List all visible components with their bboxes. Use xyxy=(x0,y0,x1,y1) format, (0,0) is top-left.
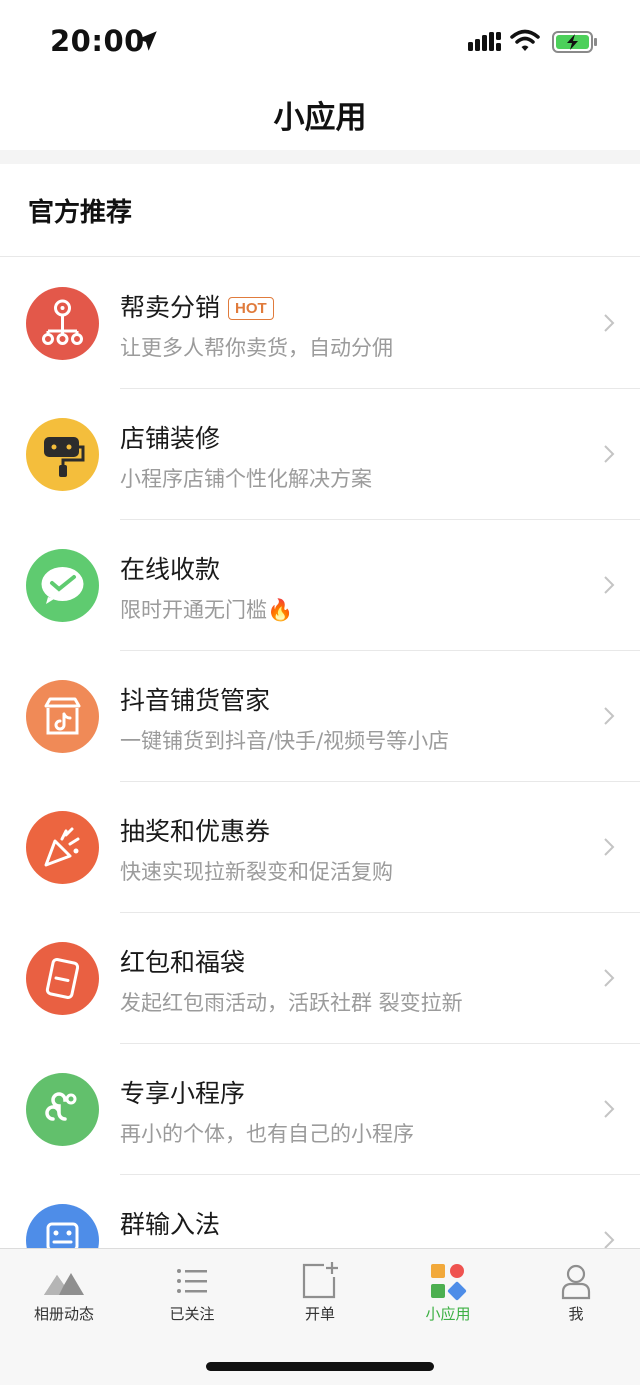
section-spacer xyxy=(0,150,640,164)
section-title: 官方推荐 xyxy=(28,198,133,228)
app-description: 让更多人帮你卖货，自动分佣 xyxy=(120,336,393,360)
tab-label: 开单 xyxy=(304,1305,335,1323)
app-item-red-envelope[interactable]: 红包和福袋 发起红包雨活动，活跃社群 裂变拉新 xyxy=(0,913,640,1044)
location-arrow-icon xyxy=(137,31,157,51)
app-description: 快速实现拉新裂变和促活复购 xyxy=(120,860,393,884)
app-item-mini-program[interactable]: 专享小程序 再小的个体，也有自己的小程序 xyxy=(0,1044,640,1175)
app-name: 帮卖分销 xyxy=(120,293,221,322)
tab-mini-apps[interactable]: 小应用 xyxy=(384,1249,512,1339)
app-item-lottery-coupon[interactable]: 抽奖和优惠券 快速实现拉新裂变和促活复购 xyxy=(0,782,640,913)
app-name: 专享小程序 xyxy=(120,1079,246,1108)
app-description: 一键铺货到抖音/快手/视频号等小店 xyxy=(120,729,450,753)
cellular-signal-icon xyxy=(468,32,501,51)
new-order-icon xyxy=(302,1262,338,1299)
chevron-right-icon xyxy=(604,969,615,987)
battery-charging-icon xyxy=(552,31,597,53)
tab-label: 小应用 xyxy=(425,1305,471,1323)
app-name: 群输入法 xyxy=(120,1210,221,1239)
list-icon xyxy=(177,1269,207,1293)
tab-me[interactable]: 我 xyxy=(512,1249,640,1339)
tab-label: 已关注 xyxy=(169,1305,215,1323)
section-header: 官方推荐 xyxy=(0,164,640,257)
page-title: 小应用 xyxy=(273,100,367,136)
tab-new-order[interactable]: 开单 xyxy=(256,1249,384,1339)
chevron-right-icon xyxy=(604,445,615,463)
app-item-distribution[interactable]: 帮卖分销 HOT 让更多人帮你卖货，自动分佣 xyxy=(0,258,640,389)
chevron-right-icon xyxy=(604,576,615,594)
distribution-icon xyxy=(26,287,99,360)
home-indicator xyxy=(206,1362,434,1371)
checkmark-icon xyxy=(26,549,99,622)
app-description: 限时开通无门槛🔥 xyxy=(120,598,294,622)
app-description: 再小的个体，也有自己的小程序 xyxy=(120,1122,414,1146)
wifi-icon xyxy=(510,29,540,51)
app-item-douyin-stocking[interactable]: 抖音铺货管家 一键铺货到抖音/快手/视频号等小店 xyxy=(0,651,640,782)
app-name: 抖音铺货管家 xyxy=(120,686,271,715)
person-icon xyxy=(561,1264,591,1300)
app-description: 发起红包雨活动，活跃社群 裂变拉新 xyxy=(120,991,463,1015)
status-time: 20:00 xyxy=(50,24,145,58)
chevron-right-icon xyxy=(604,314,615,332)
tab-album-feed[interactable]: 相册动态 xyxy=(0,1249,128,1339)
paint-roller-icon xyxy=(26,418,99,491)
tab-following[interactable]: 已关注 xyxy=(128,1249,256,1339)
mini-program-icon xyxy=(26,1073,99,1146)
app-name: 抽奖和优惠券 xyxy=(120,817,271,846)
app-name: 在线收款 xyxy=(120,555,221,584)
app-description: 小程序店铺个性化解决方案 xyxy=(120,467,372,491)
chevron-right-icon xyxy=(604,707,615,725)
party-popper-icon xyxy=(26,811,99,884)
hot-badge: HOT xyxy=(228,297,274,320)
chevron-right-icon xyxy=(604,838,615,856)
apps-icon xyxy=(431,1264,467,1301)
shop-tiktok-icon xyxy=(26,680,99,753)
status-bar: 20:00 xyxy=(0,0,640,84)
mountain-icon xyxy=(44,1273,84,1295)
tab-label: 我 xyxy=(568,1305,584,1323)
chevron-right-icon xyxy=(604,1100,615,1118)
app-name: 红包和福袋 xyxy=(120,948,246,977)
red-envelope-icon xyxy=(26,942,99,1015)
app-name: 店铺装修 xyxy=(120,424,221,453)
app-list: 帮卖分销 HOT 让更多人帮你卖货，自动分佣 店铺装修 小程序店铺个性化解决方案 xyxy=(0,258,640,1306)
nav-bar: 小应用 xyxy=(0,84,640,150)
app-item-store-decoration[interactable]: 店铺装修 小程序店铺个性化解决方案 xyxy=(0,389,640,520)
tab-label: 相册动态 xyxy=(33,1305,94,1323)
app-item-online-payment[interactable]: 在线收款 限时开通无门槛🔥 xyxy=(0,520,640,651)
